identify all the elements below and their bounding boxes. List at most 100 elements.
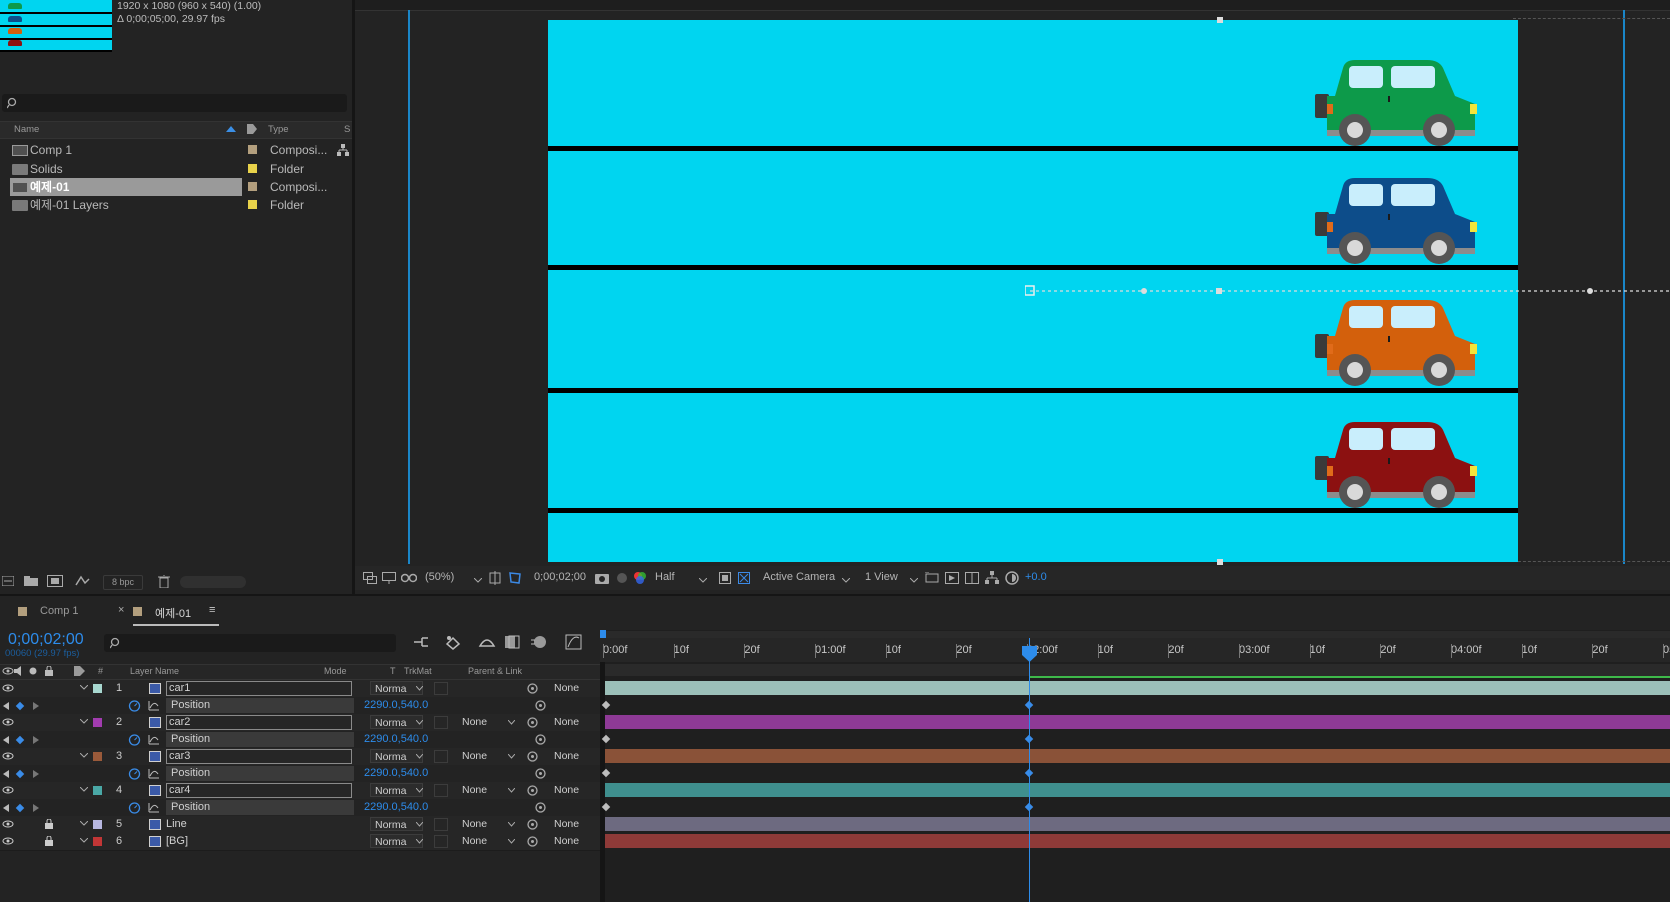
chevron-down-icon[interactable]	[80, 719, 88, 725]
label-color[interactable]	[248, 164, 257, 173]
label-tag-icon[interactable]	[74, 666, 85, 676]
prev-keyframe-icon[interactable]	[3, 736, 9, 744]
layer-row[interactable]: 3 car3 Norma None None	[0, 748, 643, 766]
trkmat-dropdown[interactable]: None	[456, 749, 516, 763]
comp-work-area[interactable]	[605, 664, 1670, 676]
project-item[interactable]: Solids Folder	[0, 160, 340, 178]
motion-path[interactable]	[1025, 285, 1670, 297]
layer-label-color[interactable]	[93, 752, 102, 761]
new-folder-icon[interactable]	[24, 576, 38, 586]
fast-preview-icon[interactable]	[719, 572, 731, 584]
transparency-grid-icon[interactable]	[738, 572, 750, 584]
motion-blur-icon[interactable]	[530, 634, 548, 650]
keyframe-toggle-icon[interactable]	[15, 769, 25, 779]
layer-row[interactable]: 2 car2 Norma None None	[0, 714, 643, 732]
flowchart-icon[interactable]	[337, 144, 349, 156]
bounding-handle[interactable]	[1217, 559, 1223, 565]
label-color[interactable]	[248, 145, 257, 154]
lock-icon[interactable]	[44, 819, 54, 829]
chevron-down-icon[interactable]	[80, 787, 88, 793]
keyframe-toggle-icon[interactable]	[15, 735, 25, 745]
close-tab-icon[interactable]: ×	[118, 604, 124, 616]
trkmat-dropdown[interactable]	[456, 681, 516, 695]
project-settings-icon[interactable]	[75, 575, 91, 587]
project-item[interactable]: Comp 1 Composi...	[0, 141, 349, 159]
layer-label-color[interactable]	[93, 684, 102, 693]
project-item[interactable]: 예제-01 Composi...	[0, 178, 340, 196]
next-keyframe-icon[interactable]	[33, 702, 39, 710]
parent-dropdown[interactable]: None	[548, 817, 598, 831]
position-property-row[interactable]: Position 2290.0,540.0	[0, 765, 600, 782]
playhead-line[interactable]	[1029, 638, 1030, 902]
trkmat-dropdown[interactable]: None	[456, 783, 516, 797]
pick-whip-icon[interactable]	[527, 836, 538, 847]
column-parent[interactable]: Parent & Link	[468, 666, 522, 676]
chevron-down-icon[interactable]	[80, 685, 88, 691]
next-keyframe-icon[interactable]	[33, 736, 39, 744]
interpret-footage-icon[interactable]	[2, 576, 14, 586]
eye-icon[interactable]	[2, 837, 14, 845]
layer-row[interactable]: 5 Line Norma None None	[0, 816, 643, 834]
preserve-transparency-checkbox[interactable]	[434, 716, 448, 729]
parent-dropdown[interactable]: None	[548, 715, 598, 729]
lock-switch-icon[interactable]	[44, 666, 54, 676]
next-keyframe-icon[interactable]	[33, 804, 39, 812]
audio-switch-icon[interactable]	[14, 666, 26, 676]
exposure-value[interactable]: +0.0	[1025, 571, 1047, 583]
parent-dropdown[interactable]: None	[548, 681, 598, 695]
project-search-input[interactable]	[2, 94, 347, 112]
layer-name[interactable]: Line	[166, 816, 187, 833]
lock-icon[interactable]	[44, 836, 54, 846]
position-property-row[interactable]: Position 2290.0,540.0	[0, 697, 600, 714]
eye-icon[interactable]	[2, 820, 14, 828]
solo-switch-icon[interactable]	[29, 667, 37, 675]
keyframe-toggle-icon[interactable]	[15, 803, 25, 813]
work-area-start[interactable]	[600, 630, 606, 638]
preserve-transparency-checkbox[interactable]	[434, 818, 448, 831]
layer-name[interactable]: car3	[166, 749, 352, 764]
resolution-dropdown[interactable]: Half	[641, 571, 675, 583]
column-trkmat[interactable]: TrkMat	[404, 666, 432, 676]
label-color[interactable]	[248, 200, 257, 209]
preserve-transparency-checkbox[interactable]	[434, 750, 448, 763]
position-value[interactable]: 2290.0,540.0	[364, 731, 428, 748]
camera-snapshot-icon[interactable]	[595, 572, 609, 584]
bounding-handle[interactable]	[1217, 17, 1223, 23]
preserve-transparency-checkbox[interactable]	[434, 835, 448, 848]
position-value[interactable]: 2290.0,540.0	[364, 799, 428, 816]
frame-blending-icon[interactable]	[503, 634, 521, 650]
comp-mini-flowchart-icon[interactable]	[412, 634, 430, 650]
layer-row[interactable]: 6 [BG] Norma None None	[0, 833, 643, 851]
layer-name[interactable]: [BG]	[166, 833, 188, 850]
layer-row[interactable]: 1 car1 Norma None	[0, 680, 643, 698]
expression-pick-whip-icon[interactable]	[535, 802, 546, 813]
parent-dropdown[interactable]: None	[548, 749, 598, 763]
always-preview-icon[interactable]	[363, 572, 377, 584]
draft-3d-icon[interactable]	[444, 634, 462, 650]
monitor-icon[interactable]	[382, 572, 396, 584]
new-composition-icon[interactable]	[47, 575, 63, 587]
show-snapshot-icon[interactable]	[615, 572, 629, 584]
chevron-down-icon[interactable]	[80, 838, 88, 844]
position-property-row[interactable]: Position 2290.0,540.0	[0, 731, 600, 748]
stopwatch-icon[interactable]	[128, 801, 141, 814]
layer-row[interactable]: 4 car4 Norma None None	[0, 782, 643, 800]
prev-keyframe-icon[interactable]	[3, 770, 9, 778]
layer-label-color[interactable]	[93, 718, 102, 727]
toggle-pixel-aspect-icon[interactable]	[925, 572, 939, 584]
position-property-row[interactable]: Position 2290.0,540.0	[0, 799, 600, 816]
timeline-icon[interactable]	[965, 572, 979, 584]
parent-dropdown[interactable]: None	[548, 834, 598, 848]
trkmat-dropdown[interactable]: None	[456, 817, 516, 831]
trash-icon[interactable]	[158, 575, 170, 588]
label-tag-icon[interactable]	[247, 124, 257, 134]
label-color[interactable]	[248, 182, 257, 191]
flowchart-icon[interactable]	[985, 571, 999, 584]
bit-depth-button[interactable]: 8 bpc	[103, 575, 143, 590]
chevron-down-icon[interactable]	[80, 753, 88, 759]
pick-whip-icon[interactable]	[527, 717, 538, 728]
position-value[interactable]: 2290.0,540.0	[364, 697, 428, 714]
pick-whip-icon[interactable]	[527, 785, 538, 796]
expression-pick-whip-icon[interactable]	[535, 700, 546, 711]
tab-comp-예제-01[interactable]: 예제-01 ≡	[133, 604, 219, 626]
